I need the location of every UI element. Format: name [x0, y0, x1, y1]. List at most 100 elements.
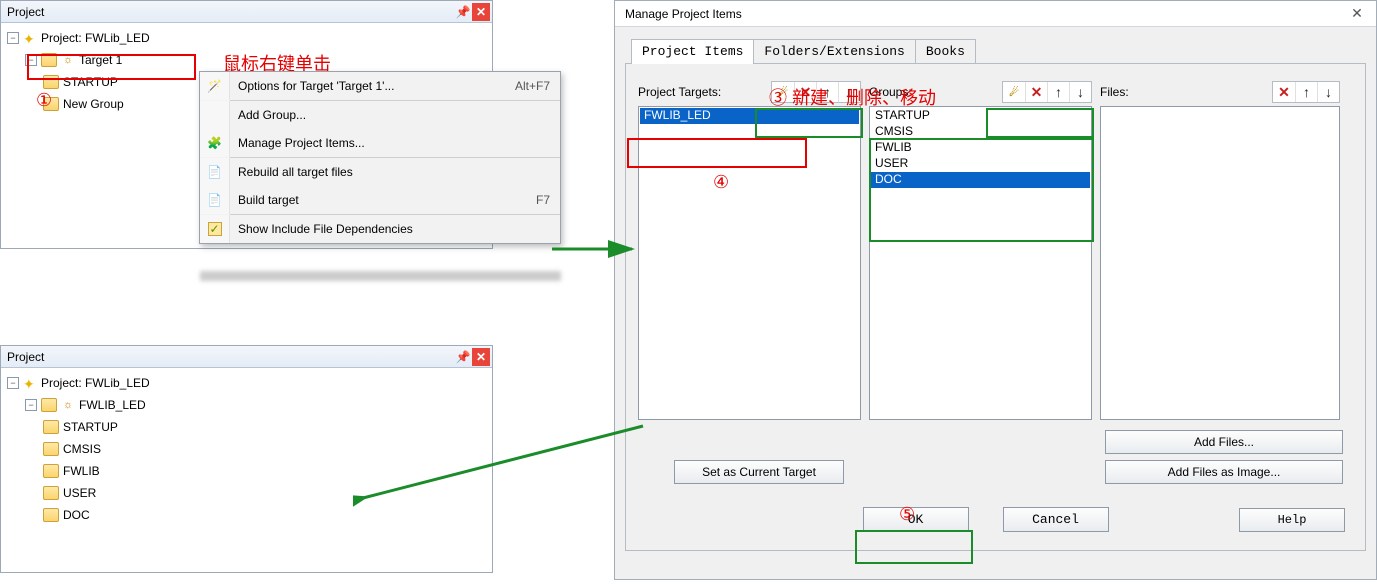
cancel-button[interactable]: Cancel: [1003, 507, 1109, 532]
tree-item-label: New Group: [63, 97, 124, 111]
menu-shadow: [200, 271, 561, 281]
tree-item-label: USER: [63, 486, 96, 500]
pin-icon[interactable]: 📌: [454, 3, 472, 21]
ctx-options-for-target[interactable]: 🪄 Options for Target 'Target 1'... Alt+F…: [200, 72, 560, 100]
ok-button[interactable]: OK: [863, 507, 969, 532]
folder-icon: [43, 508, 59, 522]
new-group-button[interactable]: ☄: [1003, 82, 1025, 102]
add-files-as-image-button[interactable]: Add Files as Image...: [1105, 460, 1343, 484]
wand-icon: 🪄: [207, 79, 222, 93]
rebuild-icon: 📄: [207, 165, 222, 179]
root-label: Project: FWLib_LED: [41, 376, 150, 390]
delete-file-button[interactable]: ✕: [1273, 82, 1295, 102]
annotation-c4: ④: [713, 172, 729, 193]
ctx-label: Manage Project Items...: [230, 136, 560, 150]
tree-item-label: FWLIB: [63, 464, 100, 478]
tree-item-label: STARTUP: [63, 75, 118, 89]
annotation-c5: ⑤: [899, 504, 915, 525]
folder-icon: [43, 464, 59, 478]
folder-icon: [41, 398, 57, 412]
annotation-c3: ③ 新建、删除、移动: [769, 84, 936, 110]
close-icon[interactable]: ✕: [472, 3, 490, 21]
groups-toolbar: ☄ ✕ ↑ ↓: [1002, 81, 1092, 103]
project-panel2-titlebar: Project 📌 ✕: [1, 346, 492, 368]
ctx-add-group[interactable]: Add Group...: [200, 101, 560, 129]
groups-listbox[interactable]: STARTUP CMSIS FWLIB USER DOC: [869, 106, 1092, 420]
tab-project-items[interactable]: Project Items: [631, 39, 754, 63]
dialog-body: Project Targets: ☄ ✕ ↑ ↓ FWLIB_LED Group…: [625, 63, 1366, 551]
ctx-label: Build target: [230, 193, 536, 207]
ctx-shortcut: F7: [536, 193, 560, 207]
ctx-label: Options for Target 'Target 1'...: [230, 79, 515, 93]
ctx-label: Show Include File Dependencies: [230, 222, 560, 236]
project-panel1-titlebar: Project 📌 ✕: [1, 1, 492, 23]
list-item[interactable]: FWLIB: [871, 140, 1090, 156]
ctx-label: Rebuild all target files: [230, 165, 560, 179]
annotation-c1: ①: [36, 90, 52, 111]
folder-icon: [41, 53, 57, 67]
project-root[interactable]: − ✦ Project: FWLib_LED: [7, 27, 492, 49]
tab-books[interactable]: Books: [915, 39, 976, 63]
target-gear-icon: ☼: [61, 53, 75, 67]
root-label: Project: FWLib_LED: [41, 31, 150, 45]
collapse-icon[interactable]: −: [25, 399, 37, 411]
project-icon: ✦: [23, 31, 37, 45]
movedown-file-button[interactable]: ↓: [1317, 82, 1339, 102]
panel-title-text: Project: [7, 5, 44, 19]
list-item[interactable]: STARTUP: [871, 108, 1090, 124]
target-label: Target 1: [79, 53, 122, 67]
add-files-button[interactable]: Add Files...: [1105, 430, 1343, 454]
moveup-file-button[interactable]: ↑: [1295, 82, 1317, 102]
delete-group-button[interactable]: ✕: [1025, 82, 1047, 102]
help-button[interactable]: Help: [1239, 508, 1345, 532]
pin-icon[interactable]: 📌: [454, 348, 472, 366]
targets-column: Project Targets: ☄ ✕ ↑ ↓ FWLIB_LED: [638, 80, 861, 420]
build-icon: 📄: [207, 193, 222, 207]
manage-project-items-dialog: Manage Project Items ✕ Project Items Fol…: [614, 0, 1377, 580]
movedown-group-button[interactable]: ↓: [1069, 82, 1091, 102]
ctx-shortcut: Alt+F7: [515, 79, 560, 93]
close-icon[interactable]: ✕: [472, 348, 490, 366]
collapse-icon[interactable]: −: [7, 32, 19, 44]
list-item[interactable]: USER: [871, 156, 1090, 172]
dialog-tabbar: Project Items Folders/Extensions Books: [615, 27, 1376, 63]
tree-item-label: STARTUP: [63, 420, 118, 434]
target-label: FWLIB_LED: [79, 398, 146, 412]
project-icon: ✦: [23, 376, 37, 390]
tree-item-label: CMSIS: [63, 442, 101, 456]
dialog-close-button[interactable]: ✕: [1342, 4, 1372, 24]
arrow-menu-to-dialog: [552, 235, 642, 265]
project-root[interactable]: − ✦ Project: FWLib_LED: [7, 372, 492, 394]
list-item[interactable]: CMSIS: [871, 124, 1090, 140]
ctx-manage-project-items[interactable]: 🧩 Manage Project Items...: [200, 129, 560, 157]
set-current-target-button[interactable]: Set as Current Target: [674, 460, 844, 484]
target-node[interactable]: − ☼ FWLIB_LED: [7, 394, 492, 416]
dialog-title-text: Manage Project Items: [625, 7, 742, 21]
ctx-rebuild-all[interactable]: 📄 Rebuild all target files: [200, 158, 560, 186]
collapse-icon[interactable]: −: [7, 377, 19, 389]
ctx-label: Add Group...: [230, 108, 560, 122]
tab-folders-extensions[interactable]: Folders/Extensions: [753, 39, 915, 63]
files-listbox[interactable]: [1100, 106, 1340, 420]
ctx-show-include-deps[interactable]: ✓ Show Include File Dependencies: [200, 215, 560, 243]
files-toolbar: ✕ ↑ ↓: [1272, 81, 1340, 103]
files-label: Files:: [1100, 85, 1129, 99]
moveup-group-button[interactable]: ↑: [1047, 82, 1069, 102]
collapse-icon[interactable]: −: [25, 54, 37, 66]
folder-icon: [43, 75, 59, 89]
list-item[interactable]: DOC: [871, 172, 1090, 188]
groups-column: Groups: ☄ ✕ ↑ ↓ STARTUP CMSIS FWLIB USER…: [869, 80, 1092, 420]
panel-title-text: Project: [7, 350, 44, 364]
arrow-dialog-to-tree: [353, 424, 653, 514]
list-item[interactable]: FWLIB_LED: [640, 108, 859, 124]
folder-icon: [43, 442, 59, 456]
folder-icon: [43, 486, 59, 500]
target-gear-icon: ☼: [61, 398, 75, 412]
manage-icon: 🧩: [207, 136, 222, 150]
targets-label: Project Targets:: [638, 85, 721, 99]
files-column: Files: ✕ ↑ ↓: [1100, 80, 1340, 420]
dialog-titlebar: Manage Project Items ✕: [615, 1, 1376, 27]
targets-listbox[interactable]: FWLIB_LED: [638, 106, 861, 420]
tree-item-label: DOC: [63, 508, 90, 522]
ctx-build-target[interactable]: 📄 Build target F7: [200, 186, 560, 214]
